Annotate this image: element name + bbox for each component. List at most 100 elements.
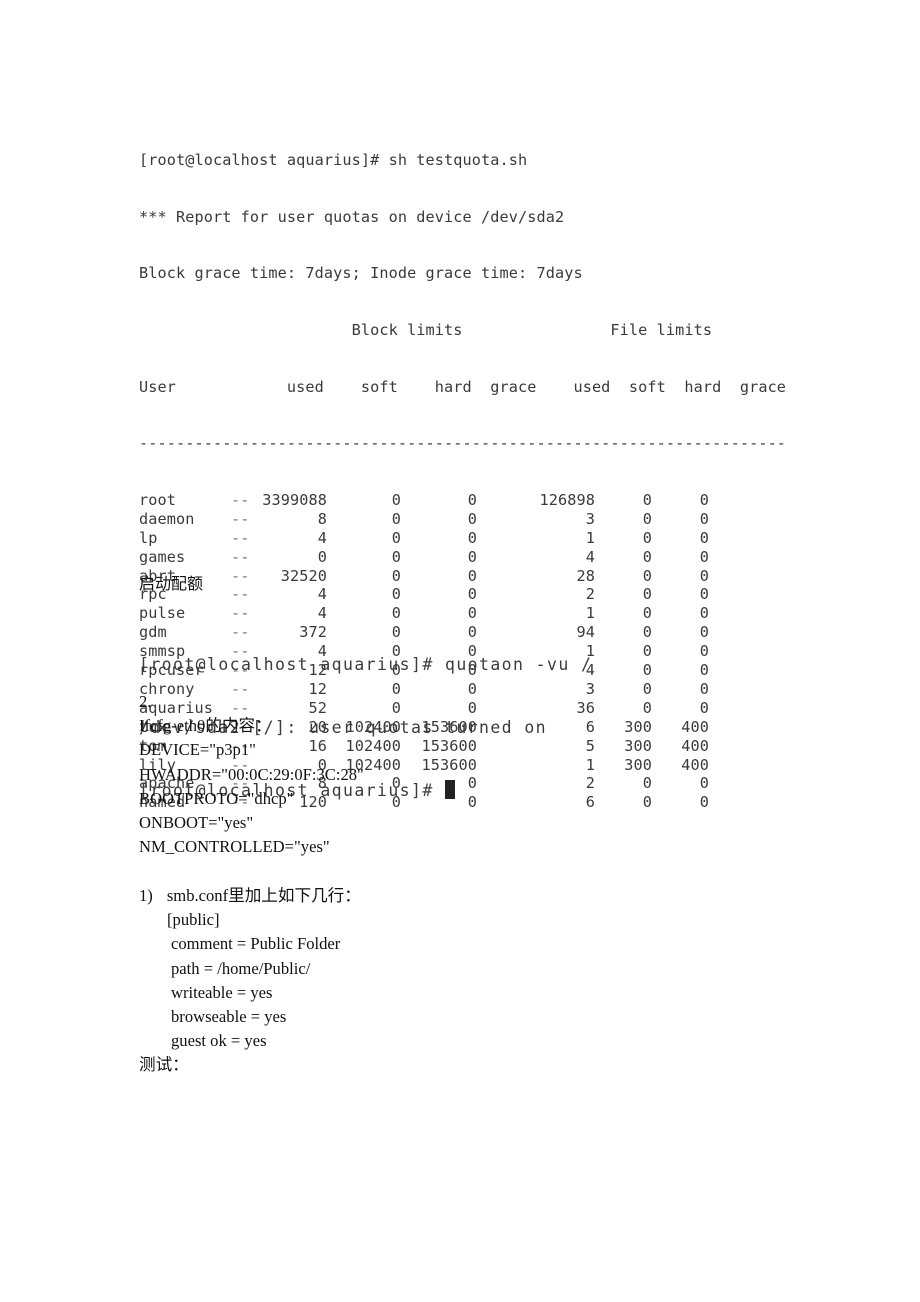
item-text: smb.conf里加上如下几行： (166, 886, 361, 905)
file-hard-cell: 0 (699, 698, 709, 717)
block-soft-cell: 0 (391, 585, 401, 604)
file-soft-cell: 300 (624, 736, 652, 755)
table-row: daemon -- 8 0 0 3 0 0 (139, 510, 786, 529)
table-row: lp -- 4 0 0 1 0 0 (139, 529, 786, 548)
block-soft-cell: 0 (391, 547, 401, 566)
block-soft-cell: 0 (391, 528, 401, 547)
flag-cell: -- (231, 547, 250, 566)
report-title: *** Report for user quotas on device /de… (139, 207, 565, 226)
grace-time-line: Block grace time: 7days; Inode grace tim… (139, 264, 583, 283)
flag-cell: -- (231, 566, 250, 585)
file-soft-cell: 0 (642, 623, 652, 642)
test-label: 测试： (139, 1055, 189, 1075)
smb-setting: comment = Public Folder (171, 934, 341, 954)
enable-quota-heading: 启动配额 (139, 574, 204, 593)
block-hard-cell: 0 (467, 491, 477, 510)
user-cell: games (139, 547, 186, 566)
file-soft-cell: 0 (642, 509, 652, 528)
file-hard-cell: 400 (681, 717, 709, 736)
block-used-cell: 3399088 (262, 491, 327, 510)
block-grace-cell (477, 548, 537, 567)
file-soft-cell: 0 (642, 642, 652, 661)
file-soft-cell: 0 (642, 774, 652, 793)
block-used-cell: 4 (317, 585, 327, 604)
file-hard-cell: 0 (699, 585, 709, 604)
file-used-cell: 28 (576, 566, 595, 585)
smb-setting: writeable = yes (171, 982, 273, 1002)
block-soft-cell: 0 (391, 566, 401, 585)
file-soft-cell: 0 (642, 547, 652, 566)
file-used-cell: 3 (585, 509, 595, 528)
command-line: [root@localhost aquarius]# sh testquota.… (139, 150, 528, 169)
smb-setting: path = /home/Public/ (171, 958, 311, 978)
block-grace-cell (477, 529, 537, 548)
ifcfg-title: Ifcfg-eth0的内容： (139, 716, 272, 736)
table-row: games -- 0 0 0 4 0 0 (139, 548, 786, 567)
user-cell: daemon (139, 509, 195, 528)
flag-cell: -- (231, 509, 250, 528)
smb-list-item: 1) smb.conf里加上如下几行： (139, 884, 361, 908)
user-cell: lp (139, 528, 158, 547)
block-soft-cell: 0 (391, 491, 401, 510)
block-grace-cell (477, 585, 537, 604)
file-soft-cell: 0 (642, 528, 652, 547)
file-soft-cell: 0 (642, 604, 652, 623)
file-hard-cell: 0 (699, 509, 709, 528)
file-soft-cell: 0 (642, 491, 652, 510)
terminal-line: [root@localhost aquarius]# quotaon -vu / (139, 655, 593, 674)
block-grace-cell (477, 510, 537, 529)
block-used-cell: 32520 (280, 566, 327, 585)
smb-setting: guest ok = yes (171, 1031, 267, 1051)
group-header: Block limits File limits (139, 320, 713, 339)
file-soft-cell: 0 (642, 566, 652, 585)
file-hard-cell: 0 (699, 491, 709, 510)
flag-cell: -- (231, 528, 250, 547)
block-soft-cell: 0 (391, 509, 401, 528)
file-hard-cell: 0 (699, 793, 709, 812)
flag-cell: -- (231, 585, 250, 604)
file-soft-cell: 0 (642, 661, 652, 680)
block-hard-cell: 0 (467, 528, 477, 547)
block-used-cell: 8 (317, 509, 327, 528)
file-hard-cell: 0 (699, 623, 709, 642)
file-soft-cell: 300 (624, 717, 652, 736)
block-grace-cell (477, 491, 537, 510)
file-soft-cell: 0 (642, 679, 652, 698)
file-used-cell: 2 (585, 585, 595, 604)
smb-section: 1) smb.conf里加上如下几行： [public] comment = Pu… (139, 884, 361, 1078)
smb-setting: browseable = yes (171, 1006, 287, 1026)
file-used-cell: 4 (585, 547, 595, 566)
block-hard-cell: 0 (467, 566, 477, 585)
item-number: 1) (139, 886, 153, 905)
separator: ----------------------------------------… (139, 434, 787, 453)
file-soft-cell: 0 (642, 698, 652, 717)
table-row: root -- 3399088 0 0 126898 0 0 (139, 491, 786, 510)
file-hard-cell: 0 (699, 774, 709, 793)
block-hard-cell: 0 (467, 585, 477, 604)
file-used-cell: 126898 (539, 491, 595, 510)
file-hard-cell: 0 (699, 679, 709, 698)
file-soft-cell: 0 (642, 793, 652, 812)
file-used-cell: 1 (585, 528, 595, 547)
block-grace-cell (477, 567, 537, 586)
user-cell: root (139, 491, 176, 510)
file-soft-cell: 300 (624, 755, 652, 774)
block-hard-cell: 0 (467, 509, 477, 528)
file-hard-cell: 0 (699, 566, 709, 585)
ifcfg-line: DEVICE="p3p1" (139, 740, 256, 760)
ifcfg-line: ONBOOT="yes" (139, 812, 254, 832)
ifcfg-section: 2. Ifcfg-eth0的内容： DEVICE="p3p1" HWADDR="… (139, 690, 364, 859)
file-hard-cell: 400 (681, 755, 709, 774)
block-hard-cell: 0 (467, 547, 477, 566)
ifcfg-line: NM_CONTROLLED="yes" (139, 837, 330, 857)
ifcfg-line: HWADDR="00:0C:29:0F:3C:28" (139, 764, 364, 784)
terminal-cursor (445, 780, 456, 799)
file-hard-cell: 0 (699, 661, 709, 680)
block-used-cell: 4 (317, 528, 327, 547)
flag-cell: -- (231, 491, 250, 510)
file-hard-cell: 0 (699, 528, 709, 547)
block-used-cell: 0 (317, 547, 327, 566)
table-row: abrt -- 32520 0 0 28 0 0 (139, 567, 786, 586)
column-header: User used soft hard grace used soft hard… (139, 377, 787, 396)
file-hard-cell: 0 (699, 547, 709, 566)
